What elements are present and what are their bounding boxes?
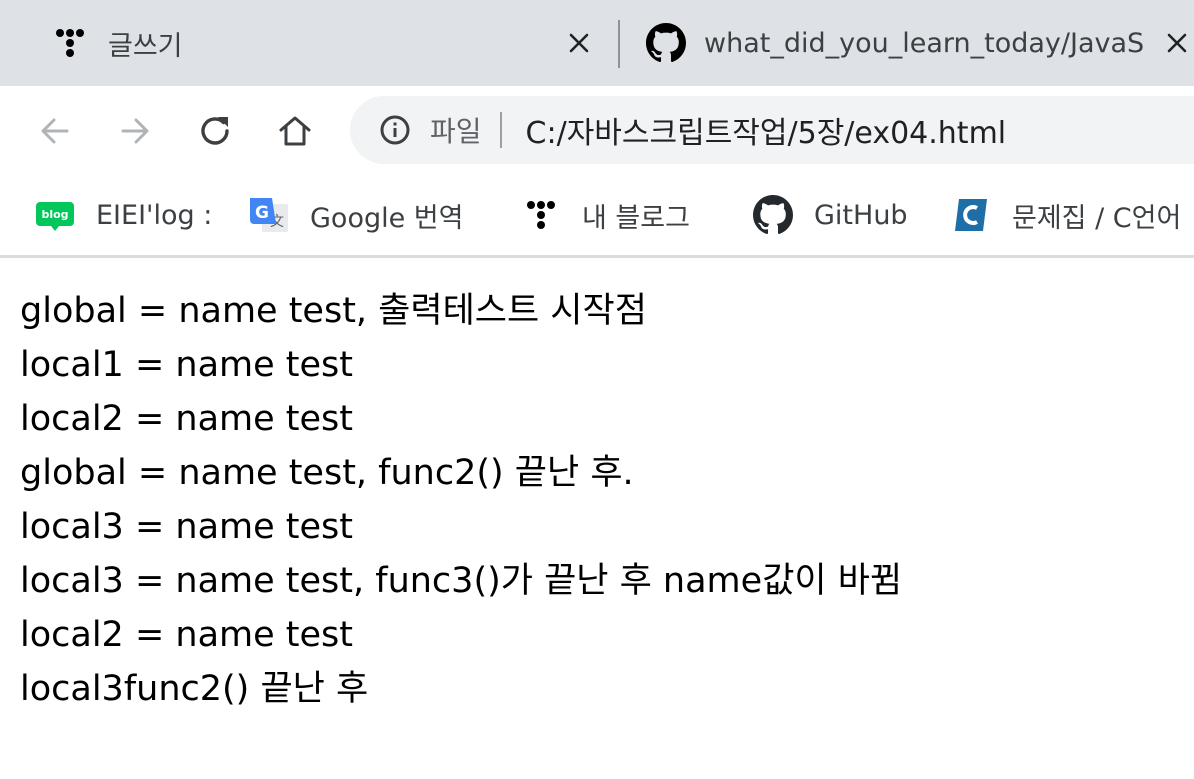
bookmark-eieilog[interactable]: blog EIEI'log : xyxy=(34,190,212,240)
arrow-left-icon xyxy=(41,118,69,144)
security-label: 파일 xyxy=(430,115,482,148)
tab-separator xyxy=(618,20,620,68)
output-line: local3 = name test xyxy=(20,507,353,547)
codeup-icon xyxy=(950,194,992,236)
tab-close-button[interactable] xyxy=(562,26,596,60)
forward-button[interactable] xyxy=(112,108,158,154)
output-line: local1 = name test xyxy=(20,345,353,385)
github-icon xyxy=(752,194,794,236)
close-icon xyxy=(569,33,589,53)
output-line: global = name test, 출력테스트 시작점 xyxy=(20,291,647,331)
output-line: local2 = name test xyxy=(20,615,353,655)
tab-close-button[interactable] xyxy=(1160,26,1194,60)
back-button[interactable] xyxy=(32,108,78,154)
bookmark-label: Google 번역 xyxy=(310,202,464,234)
google-translate-icon: 文 G xyxy=(248,194,290,236)
reload-icon xyxy=(201,117,229,145)
bookmark-label: GitHub xyxy=(814,199,908,231)
info-icon[interactable] xyxy=(378,113,412,147)
tistory-dots-icon xyxy=(520,194,562,236)
close-icon xyxy=(1167,33,1187,53)
bookmark-label: EIEI'log : xyxy=(96,199,213,231)
bookmark-my-blog[interactable]: 내 블로그 xyxy=(520,190,690,240)
toolbar-divider xyxy=(0,255,1194,258)
bookmark-label: 내 블로그 xyxy=(582,202,690,234)
url-text[interactable]: C:/자바스크립트작업/5장/ex04.html xyxy=(526,108,1007,152)
output-line: global = name test, func2() 끝난 후. xyxy=(20,453,634,493)
github-icon xyxy=(646,23,686,63)
address-separator xyxy=(499,112,502,148)
arrow-right-icon xyxy=(121,118,149,144)
bookmarks-bar: blog EIEI'log : 文 G Google 번역 내 블로그 GitH… xyxy=(0,176,1194,256)
bookmark-label: 문제집 / C언어 xyxy=(1012,202,1182,234)
output-line: local3 = name test, func3()가 끝난 후 name값이… xyxy=(20,561,903,601)
tab-write[interactable]: 글쓰기 xyxy=(50,0,528,86)
output-line: local3func2() 끝난 후 xyxy=(20,669,369,709)
browser-toolbar: 파일 C:/자바스크립트작업/5장/ex04.html xyxy=(0,86,1194,176)
tab-title: 글쓰기 xyxy=(108,30,183,62)
bookmark-codeup[interactable]: 문제집 / C언어 xyxy=(950,190,1181,240)
bookmark-google-translate[interactable]: 文 G Google 번역 xyxy=(248,190,463,240)
tistory-dots-icon xyxy=(50,23,90,63)
home-icon xyxy=(279,116,311,146)
svg-text:blog: blog xyxy=(41,208,68,221)
address-bar[interactable]: 파일 C:/자바스크립트작업/5장/ex04.html xyxy=(350,96,1194,164)
naver-blog-icon: blog xyxy=(34,194,76,236)
tab-github[interactable]: what_did_you_learn_today/JavaScript xyxy=(646,0,1144,86)
tab-strip: 글쓰기 what_did_you_learn_today/JavaScript xyxy=(0,0,1194,86)
tab-title: what_did_you_learn_today/JavaScript xyxy=(704,27,1144,59)
bookmark-github[interactable]: GitHub xyxy=(752,190,908,240)
home-button[interactable] xyxy=(272,108,318,154)
output-line: local2 = name test xyxy=(20,399,353,439)
reload-button[interactable] xyxy=(192,108,238,154)
svg-text:G: G xyxy=(255,203,269,223)
page-content: global = name test, 출력테스트 시작점 local1 = n… xyxy=(20,284,1180,716)
